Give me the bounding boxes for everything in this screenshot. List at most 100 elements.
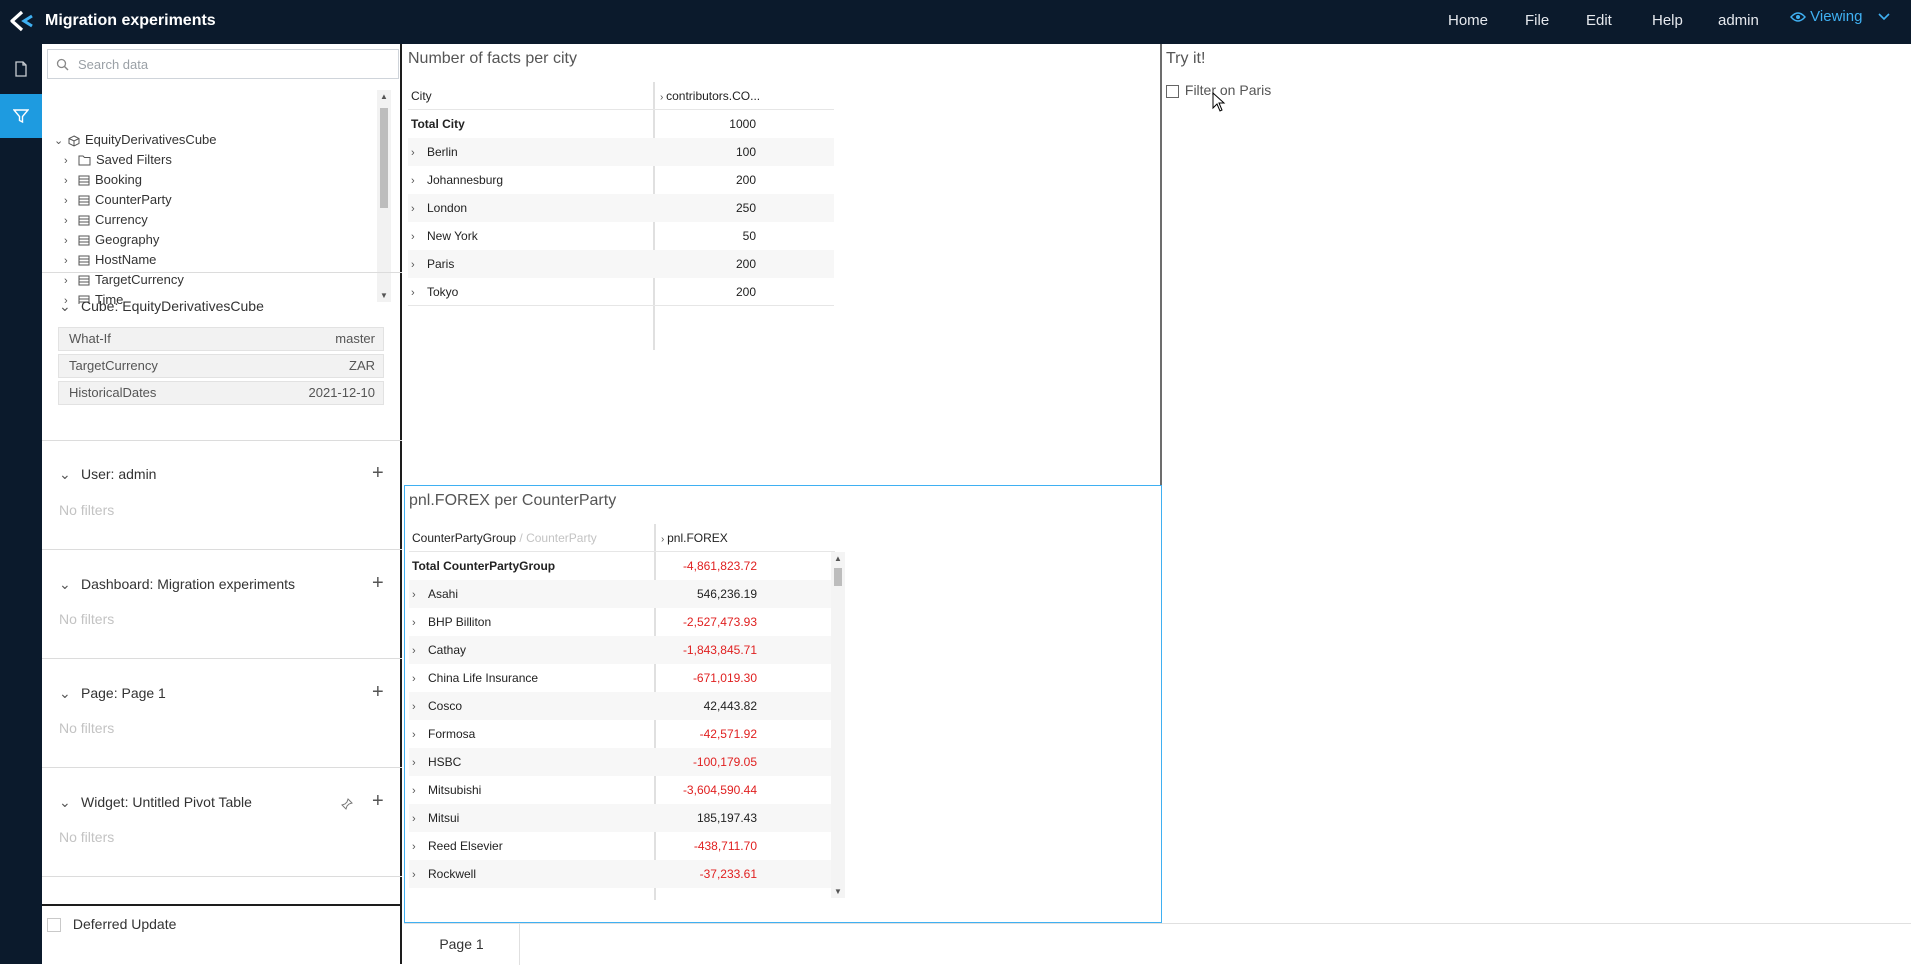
search-input[interactable]: [78, 55, 388, 73]
table-row-total[interactable]: Total City 1000: [408, 110, 834, 138]
table-row[interactable]: › Reed Elsevier -438,711.70: [409, 832, 835, 860]
chevron-right-icon[interactable]: ›: [412, 805, 428, 833]
chevron-right-icon[interactable]: ›: [412, 749, 428, 777]
add-user-filter-button[interactable]: +: [372, 463, 384, 483]
filter-paris-checkbox[interactable]: [1166, 84, 1179, 98]
table-row-total[interactable]: Total CounterPartyGroup -4,861,823.72: [409, 552, 835, 580]
table-row[interactable]: › China Life Insurance -671,019.30: [409, 664, 835, 692]
table-row[interactable]: › Paris 200: [408, 250, 834, 278]
chevron-down-icon[interactable]: ⌄: [59, 683, 81, 703]
tree-item-currency[interactable]: › Currency: [64, 210, 148, 230]
chevron-down-icon[interactable]: ⌄: [59, 574, 81, 594]
table-row[interactable]: › Berlin 100: [408, 138, 834, 166]
scrollbar-thumb[interactable]: [380, 108, 388, 208]
table-row[interactable]: › BHP Billiton -2,527,473.93: [409, 608, 835, 636]
chevron-right-icon[interactable]: ›: [64, 271, 78, 291]
chevron-right-icon[interactable]: ›: [64, 251, 78, 271]
add-widget-filter-button[interactable]: +: [372, 791, 384, 811]
tree-item-booking[interactable]: › Booking: [64, 170, 142, 190]
tab-page-1[interactable]: Page 1: [404, 924, 520, 965]
pin-icon[interactable]: [341, 798, 353, 810]
tree-item-saved-filters[interactable]: › Saved Filters: [64, 150, 172, 170]
chevron-down-icon[interactable]: ⌄: [59, 464, 81, 484]
filter-historicaldates[interactable]: HistoricalDates 2021-12-10: [58, 381, 384, 405]
chevron-right-icon[interactable]: ›: [412, 693, 428, 721]
table-row[interactable]: › Cosco 42,443.82: [409, 692, 835, 720]
chevron-right-icon[interactable]: ›: [412, 721, 428, 749]
tree-scrollbar[interactable]: ▲ ▼: [377, 90, 391, 302]
column-header-counterpartygroup[interactable]: CounterPartyGroup / CounterParty: [412, 524, 652, 552]
app-logo-icon[interactable]: [8, 10, 34, 32]
chevron-down-icon[interactable]: ⌄: [59, 296, 81, 316]
table-row[interactable]: › Mitsubishi -3,604,590.44: [409, 776, 835, 804]
expand-icon[interactable]: ›: [411, 251, 427, 279]
nav-home[interactable]: Home: [1448, 0, 1488, 44]
chevron-right-icon[interactable]: ›: [64, 171, 78, 191]
expand-icon[interactable]: ›: [411, 279, 427, 307]
add-dashboard-filter-button[interactable]: +: [372, 573, 384, 593]
tree-item-counterparty[interactable]: › CounterParty: [64, 190, 172, 210]
column-header-city[interactable]: City: [411, 82, 651, 110]
tree-item-hostname[interactable]: › HostName: [64, 250, 156, 270]
chevron-right-icon[interactable]: ›: [64, 211, 78, 231]
scroll-up-icon[interactable]: ▲: [834, 554, 842, 563]
cube-section-header[interactable]: ⌄ Cube: EquityDerivativesCube: [59, 296, 264, 316]
pnl-per-counterparty-widget[interactable]: pnl.FOREX per CounterParty CounterPartyG…: [404, 485, 1162, 923]
filter-targetcurrency[interactable]: TargetCurrency ZAR: [58, 354, 384, 378]
table-row[interactable]: › Asahi 546,236.19: [409, 580, 835, 608]
nav-edit[interactable]: Edit: [1586, 0, 1612, 44]
expand-icon[interactable]: ›: [411, 223, 427, 251]
table-row[interactable]: › Tokyo 200: [408, 278, 834, 306]
tree-item-targetcurrency[interactable]: › TargetCurrency: [64, 270, 184, 290]
scrollbar-thumb[interactable]: [834, 568, 842, 586]
add-page-filter-button[interactable]: +: [372, 682, 384, 702]
chevron-right-icon[interactable]: ›: [412, 581, 428, 609]
mode-selector[interactable]: Viewing: [1790, 0, 1891, 44]
table-row[interactable]: › Johannesburg 200: [408, 166, 834, 194]
scroll-up-icon[interactable]: ▲: [380, 92, 388, 101]
filter-what-if[interactable]: What-If master: [58, 327, 384, 351]
scroll-down-icon[interactable]: ▼: [380, 291, 388, 300]
nav-help[interactable]: Help: [1652, 0, 1683, 44]
table-row[interactable]: › London 250: [408, 194, 834, 222]
table-scrollbar[interactable]: ▲ ▼: [831, 552, 845, 898]
table-row[interactable]: › Rockwell -37,233.61: [409, 860, 835, 888]
chevron-right-icon[interactable]: ›: [64, 191, 78, 211]
tree-item-cube[interactable]: ⌄ EquityDerivativesCube: [54, 130, 217, 150]
facts-per-city-widget[interactable]: Number of facts per city City › contribu…: [404, 44, 1162, 485]
expand-icon[interactable]: ›: [411, 195, 427, 223]
chevron-right-icon[interactable]: ›: [412, 637, 428, 665]
search-box[interactable]: [47, 49, 399, 79]
deferred-update-toggle[interactable]: Deferred Update: [47, 916, 176, 933]
tree-item-geography[interactable]: › Geography: [64, 230, 159, 250]
deferred-update-checkbox[interactable]: [47, 918, 61, 933]
chevron-right-icon[interactable]: ›: [64, 231, 78, 251]
chevron-right-icon[interactable]: ›: [412, 861, 428, 889]
table-row[interactable]: › Mitsui 185,197.43: [409, 804, 835, 832]
chevron-down-icon[interactable]: ⌄: [59, 792, 81, 812]
column-header-measure[interactable]: › contributors.CO...: [660, 82, 760, 112]
expand-icon[interactable]: ›: [411, 139, 427, 167]
column-header-measure[interactable]: › pnl.FOREX: [661, 524, 759, 554]
chevron-down-icon[interactable]: ⌄: [54, 131, 68, 151]
chevron-right-icon[interactable]: ›: [412, 833, 428, 861]
rail-content-button[interactable]: [0, 47, 42, 91]
chevron-right-icon[interactable]: ›: [412, 609, 428, 637]
expand-icon[interactable]: ›: [411, 167, 427, 195]
rail-filters-button[interactable]: [0, 94, 42, 138]
row-value: -1,843,845.71: [682, 643, 757, 657]
nav-file[interactable]: File: [1525, 0, 1549, 44]
scroll-down-icon[interactable]: ▼: [834, 887, 842, 896]
page-section-header[interactable]: ⌄ Page: Page 1: [59, 683, 166, 703]
nav-user[interactable]: admin: [1718, 0, 1759, 44]
chevron-right-icon[interactable]: ›: [412, 665, 428, 693]
chevron-right-icon[interactable]: ›: [412, 777, 428, 805]
table-row[interactable]: › Cathay -1,843,845.71: [409, 636, 835, 664]
dashboard-section-header[interactable]: ⌄ Dashboard: Migration experiments: [59, 574, 295, 594]
table-row[interactable]: › Formosa -42,571.92: [409, 720, 835, 748]
chevron-right-icon[interactable]: ›: [64, 151, 78, 171]
widget-section-header[interactable]: ⌄ Widget: Untitled Pivot Table: [59, 792, 252, 812]
table-row[interactable]: › HSBC -100,179.05: [409, 748, 835, 776]
user-section-header[interactable]: ⌄ User: admin: [59, 464, 156, 484]
table-row[interactable]: › New York 50: [408, 222, 834, 250]
